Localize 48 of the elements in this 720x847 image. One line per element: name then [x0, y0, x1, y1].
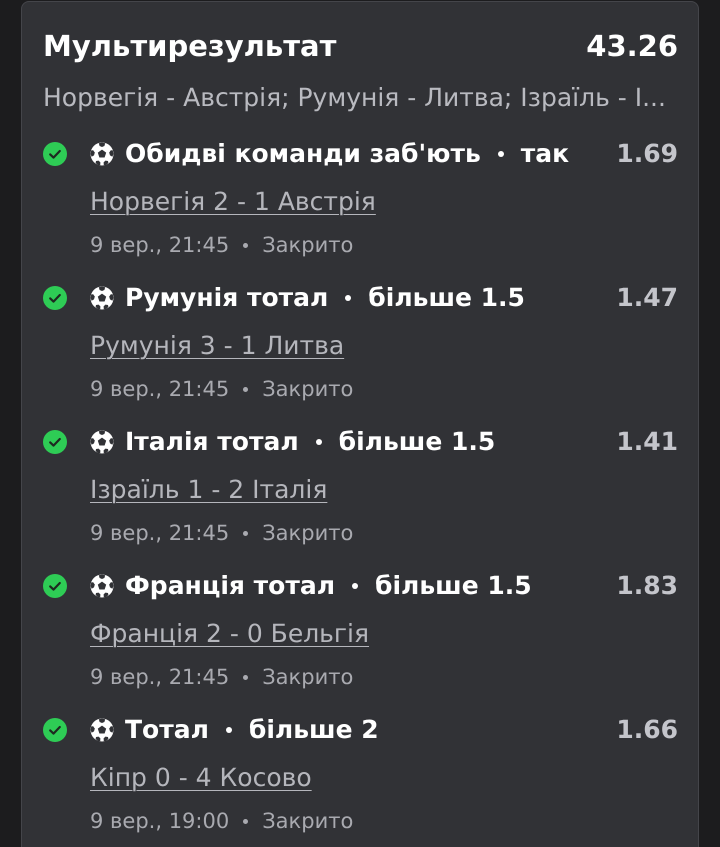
market-name: Тотал — [125, 714, 209, 746]
dot-icon — [498, 151, 504, 157]
selection-name: більше 1.5 — [338, 426, 496, 458]
match-status: Закрито — [262, 664, 354, 691]
soccer-ball-icon — [90, 142, 114, 166]
leg-odds: 1.69 — [616, 138, 678, 170]
match-status: Закрито — [262, 520, 354, 547]
leg-odds: 1.66 — [616, 714, 678, 746]
match-date: 9 вер., 21:45 — [90, 664, 230, 691]
selection-name: більше 2 — [248, 714, 379, 746]
match-score-link[interactable]: Франція 2 - 0 Бельгія — [90, 617, 370, 651]
dot-icon — [243, 242, 248, 248]
dot-icon — [316, 439, 322, 445]
market-name: Обидві команди заб'ють — [125, 138, 481, 170]
match-date: 9 вер., 19:00 — [90, 808, 230, 835]
match-score-link[interactable]: Румунія 3 - 1 Литва — [90, 329, 344, 363]
bet-title: Мультирезультат — [43, 28, 336, 65]
match-date: 9 вер., 21:45 — [90, 520, 230, 547]
dot-icon — [345, 295, 352, 301]
selection-name: так — [520, 138, 570, 170]
soccer-ball-icon — [90, 574, 114, 598]
selection-name: більше 1.5 — [375, 570, 532, 602]
match-status: Закрито — [262, 232, 354, 259]
selection-name: більше 1.5 — [368, 282, 525, 314]
soccer-ball-icon — [90, 718, 114, 742]
leg-odds: 1.41 — [616, 426, 678, 458]
dot-icon — [243, 530, 248, 536]
soccer-ball-icon — [90, 286, 114, 310]
leg-odds: 1.83 — [616, 570, 678, 602]
match-date: 9 вер., 21:45 — [90, 376, 230, 403]
match-score-link[interactable]: Норвегія 2 - 1 Австрія — [90, 185, 376, 219]
total-odds: 43.26 — [586, 28, 678, 65]
match-date: 9 вер., 21:45 — [90, 232, 230, 259]
match-score-link[interactable]: Кіпр 0 - 4 Косово — [90, 761, 312, 795]
dot-icon — [352, 583, 358, 589]
dot-icon — [226, 727, 232, 733]
market-name: Італія тотал — [125, 426, 299, 458]
market-name: Франція тотал — [125, 570, 336, 602]
leg-odds: 1.47 — [616, 282, 678, 314]
match-status: Закрито — [262, 376, 354, 403]
match-score-link[interactable]: Ізраїль 1 - 2 Італія — [90, 473, 328, 507]
market-name: Румунія тотал — [125, 282, 328, 314]
events-summary: Норвегія - Австрія; Румунія - Литва; Ізраїль - І... — [43, 83, 666, 112]
dot-icon — [243, 818, 248, 824]
match-status: Закрито — [262, 808, 354, 835]
dot-icon — [243, 386, 248, 392]
dot-icon — [243, 674, 248, 680]
soccer-ball-icon — [90, 430, 114, 454]
